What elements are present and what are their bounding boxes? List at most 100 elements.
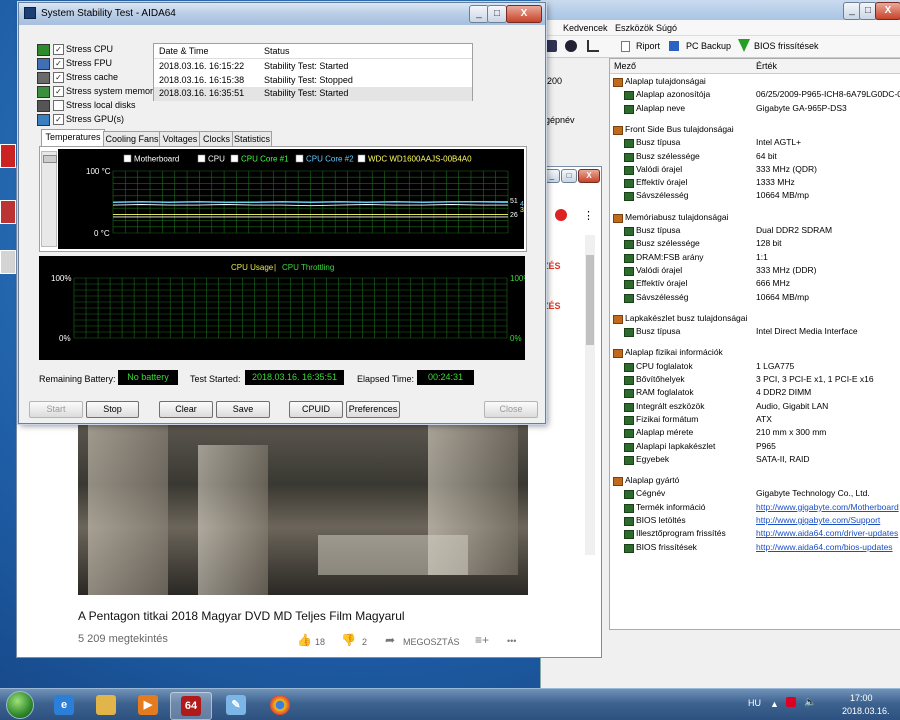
stress-checkbox[interactable]: ✓ [53,58,64,69]
log-row[interactable]: 2018.03.16. 16:15:22 Stability Test: Star… [154,60,472,74]
video-title[interactable]: A Pentagon titkai 2018 Magyar DVD MD Tel… [78,609,405,623]
stop-button[interactable]: Stop [86,401,139,418]
maximize-button[interactable]: □ [487,5,507,23]
stress-checkbox[interactable] [53,100,64,111]
minimize-button[interactable]: _ [469,5,489,23]
browser-minimize-button[interactable]: _ [544,169,560,183]
tab-voltages[interactable]: Voltages [159,131,201,147]
property-row[interactable]: Bővítőhelyek 3 PCI, 3 PCI-E x1, 1 PCI-E x… [610,373,900,386]
add-to-playlist-icon[interactable]: ≡+ [475,633,489,647]
property-row[interactable]: Alaplap azonosítója 06/25/2009-P965-ICH8-… [610,88,900,101]
column-date-time[interactable]: Date & Time [159,46,209,56]
property-row[interactable]: RAM foglalatok 4 DDR2 DIMM [610,386,900,399]
property-group[interactable]: Alaplap fizikai információk [610,346,900,359]
property-row[interactable]: Alaplap neve Gigabyte GA-965P-DS3 [610,102,900,115]
thumbs-up-icon[interactable]: 👍 [297,633,312,647]
taskbar-item-aida64[interactable]: 64 [170,692,212,720]
log-row[interactable]: 2018.03.16. 16:35:51 Stability Test: Star… [154,87,472,101]
property-row[interactable]: Egyebek SATA-II, RAID [610,453,900,466]
tool-icon[interactable] [545,40,557,52]
property-row[interactable]: Sávszélesség 10664 MB/mp [610,291,900,304]
share-button[interactable]: MEGOSZTÁS [403,637,460,647]
property-row[interactable]: Sávszélesség 10664 MB/mp [610,189,900,202]
property-row[interactable]: Alaplap mérete 210 mm x 300 mm [610,426,900,439]
taskbar-item[interactable]: ✎ [216,692,256,718]
network-icon[interactable] [786,697,796,707]
property-row[interactable]: Valódi órajel 333 MHz (DDR) [610,264,900,277]
taskbar-item[interactable]: e [44,692,84,718]
property-row[interactable]: BIOS frissítések http://www.aida64.com/bi… [610,541,900,554]
property-row[interactable]: Fizikai formátum ATX [610,413,900,426]
desktop-icon[interactable] [0,200,16,224]
close-button[interactable]: X [506,5,542,23]
close-window-button[interactable]: Close [484,401,538,418]
property-value[interactable]: http://www.gigabyte.com/Support [756,515,880,525]
property-value[interactable]: http://www.aida64.com/bios-updates [756,542,893,552]
property-row[interactable]: Busz típusa Intel AGTL+ [610,136,900,149]
menu-item-favorites[interactable]: Kedvencek [563,23,608,33]
column-value[interactable]: Érték [756,61,777,71]
column-field[interactable]: Mező [614,61,636,71]
scrollbar-thumb[interactable] [586,255,594,345]
bios-updates-button[interactable]: BIOS frissítések [754,41,819,51]
taskbar-item[interactable] [260,692,300,718]
adblock-icon[interactable] [555,209,567,221]
property-row[interactable]: Busz típusa Dual DDR2 SDRAM [610,224,900,237]
property-row[interactable]: CPU foglalatok 1 LGA775 [610,360,900,373]
share-icon[interactable]: ➦ [385,633,395,647]
clock-time[interactable]: 17:00 [850,693,873,703]
property-row[interactable]: Cégnév Gigabyte Technology Co., Ltd. [610,487,900,500]
volume-icon[interactable]: 🔈 [804,697,816,708]
tab-statistics[interactable]: Statistics [232,131,272,147]
property-group[interactable]: Alaplap gyártó [610,474,900,487]
stress-checkbox[interactable]: ✓ [53,44,64,55]
desktop-icon[interactable] [0,144,16,168]
stress-checkbox[interactable]: ✓ [53,114,64,125]
tab-clocks[interactable]: Clocks [199,131,234,147]
report-button[interactable]: Riport [636,41,660,51]
property-row[interactable]: Busz típusa Intel Direct Media Interface [610,325,900,338]
property-group[interactable]: Front Side Bus tulajdonságai [610,123,900,136]
property-row[interactable]: Illesztőprogram frissítés http://www.aida… [610,527,900,540]
column-status[interactable]: Status [264,46,290,56]
browser-maximize-button[interactable]: □ [561,169,577,183]
property-row[interactable]: Alaplapi lapkakészlet P965 [610,440,900,453]
property-row[interactable]: Effektív órajel 666 MHz [610,277,900,290]
tab-cooling-fans[interactable]: Cooling Fans [103,131,161,147]
menu-item-tools[interactable]: Eszközök [615,23,654,33]
video-player[interactable] [78,425,528,595]
property-row[interactable]: Integrált eszközök Audio, Gigabit LAN [610,400,900,413]
start-button[interactable]: Start [29,401,83,418]
user-icon[interactable] [565,40,577,52]
thumbs-down-icon[interactable]: 👎 [341,633,356,647]
clear-button[interactable]: Clear [159,401,213,418]
property-row[interactable]: BIOS letöltés http://www.gigabyte.com/Sup… [610,514,900,527]
property-row[interactable]: Busz szélessége 128 bit [610,237,900,250]
start-orb-icon[interactable] [6,691,34,719]
property-row[interactable]: Effektív órajel 1333 MHz [610,176,900,189]
preferences-button[interactable]: Preferences [346,401,400,418]
menu-item-help[interactable]: Súgó [656,23,677,33]
save-button[interactable]: Save [216,401,270,418]
log-row[interactable]: 2018.03.16. 16:15:38 Stability Test: Stop… [154,74,472,88]
stress-checkbox[interactable]: ✓ [53,86,64,97]
close-button[interactable]: X [875,2,900,20]
clock-date[interactable]: 2018.03.16. [842,706,890,716]
menu-dots-icon[interactable]: ⋮ [583,209,594,222]
property-row[interactable]: Busz szélessége 64 bit [610,150,900,163]
property-group[interactable]: Alaplap tulajdonságai [610,75,900,88]
property-group[interactable]: Lapkakészlet busz tulajdonságai [610,312,900,325]
scroll-knob[interactable] [43,155,57,163]
property-row[interactable]: Valódi órajel 333 MHz (QDR) [610,163,900,176]
taskbar-item[interactable] [86,692,126,718]
property-row[interactable]: Termék információ http://www.gigabyte.com… [610,501,900,514]
property-group[interactable]: Memóriabusz tulajdonságai [610,211,900,224]
browser-close-button[interactable]: X [578,169,600,183]
property-value[interactable]: http://www.gigabyte.com/Motherboard [756,502,899,512]
desktop-icon[interactable] [0,250,16,274]
pc-backup-button[interactable]: PC Backup [686,41,731,51]
stress-checkbox[interactable]: ✓ [53,72,64,83]
property-row[interactable]: DRAM:FSB arány 1:1 [610,251,900,264]
cpuid-button[interactable]: CPUID [289,401,343,418]
tray-icon[interactable]: ▲ [770,699,779,709]
